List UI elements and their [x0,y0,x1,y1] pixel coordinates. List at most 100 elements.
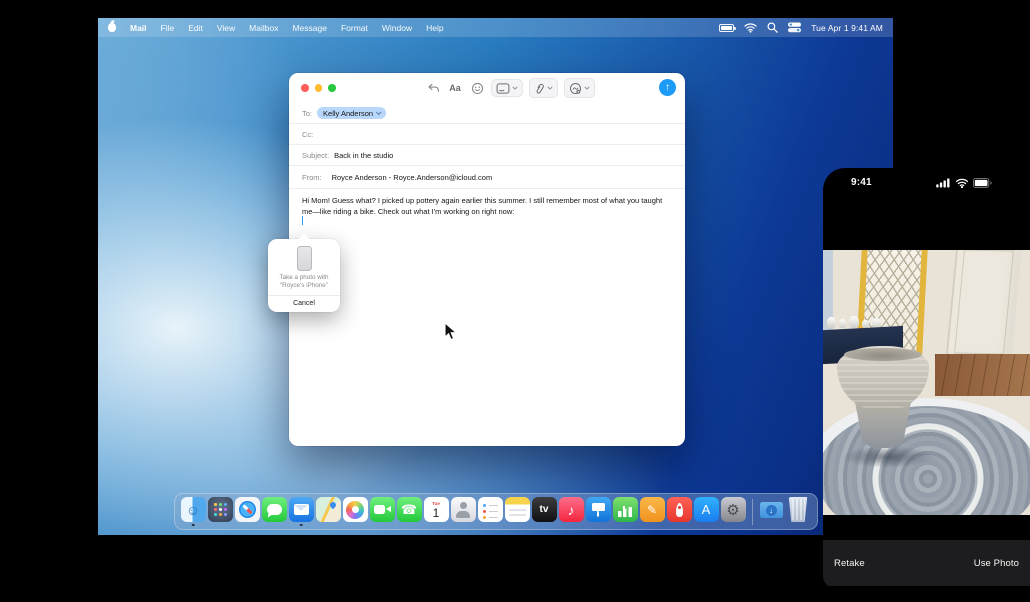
camera-action-bar: Retake Use Photo [823,540,1030,586]
cancel-button[interactable]: Cancel [268,296,340,312]
captured-photo-pottery [823,250,1030,515]
to-field[interactable]: To: Kelly Anderson [289,103,685,124]
phone-app-icon: ☎ [397,497,422,522]
notes-app-icon [505,497,530,522]
from-label: From: [302,173,322,182]
dock-icon-finder[interactable]: ☺ [181,497,206,526]
window-title-bar[interactable]: Aa [289,73,685,103]
dock-icon-rocket[interactable] [667,497,692,526]
subject-field[interactable]: Subject: Back in the studio [289,145,685,166]
launchpad-app-icon [208,497,233,522]
contacts-app-icon [451,497,476,522]
close-button[interactable] [301,84,309,92]
dock-icon-settings[interactable]: ⚙ [721,497,746,526]
dock-icon-mail[interactable] [289,497,314,526]
music-glyph: ♪ [568,502,575,518]
undo-button[interactable] [425,80,441,96]
apple-menu-icon[interactable] [108,23,116,32]
emoji-button[interactable] [469,80,485,96]
menu-item-message[interactable]: Message [292,23,327,33]
dock-icon-phone[interactable]: ☎ [397,497,422,526]
subject-value: Back in the studio [334,151,393,160]
control-center-icon[interactable] [788,22,801,33]
screenshot-stage: Mail File Edit View Mailbox Message Format Win… [0,0,1030,602]
facetime-app-icon [370,497,395,522]
settings-glyph: ⚙ [726,501,739,519]
menu-item-mailbox[interactable]: Mailbox [249,23,278,33]
menu-bar: Mail File Edit View Mailbox Message Format Win… [98,18,893,37]
menu-app-name[interactable]: Mail [130,23,147,33]
dock-icon-maps[interactable] [316,497,341,526]
smiley-icon [471,82,484,95]
dock-icon-music[interactable]: ♪ [559,497,584,526]
running-indicator-dot [300,524,303,527]
menu-item-file[interactable]: File [161,23,175,33]
photo-wood-floor [935,354,1030,396]
dock-icon-keynote[interactable] [586,497,611,526]
text-insertion-caret [302,216,304,225]
dock-icon-facetime[interactable] [370,497,395,526]
dock-icon-safari[interactable] [235,497,260,526]
maps-app-icon [316,497,341,522]
send-button[interactable]: ↑ [659,79,676,96]
menu-item-edit[interactable]: Edit [188,23,203,33]
battery-icon[interactable] [719,24,734,32]
message-body[interactable]: Hi Mom! Guess what? I picked up pottery … [289,189,685,217]
dock-icon-pages[interactable]: ✎ [640,497,665,526]
photo-pot-shadow [841,446,935,468]
menu-item-format[interactable]: Format [341,23,368,33]
attach-button[interactable] [529,78,558,98]
dock-icon-downloads[interactable] [759,497,784,526]
dock-icon-contacts[interactable] [451,497,476,526]
menu-item-window[interactable]: Window [382,23,412,33]
dock-icon-launchpad[interactable] [208,497,233,526]
take-photo-popover: Take a photo with “Royce’s iPhone” Cance… [268,239,340,312]
trash-app-icon [788,497,809,522]
from-field[interactable]: From: Royce Anderson - Royce.Anderson@ic… [289,166,685,189]
phone-glyph: ☎ [401,502,417,518]
insert-from-iphone-button[interactable] [564,78,595,98]
menu-item-help[interactable]: Help [426,23,443,33]
iphone-screen: 9:41 [823,168,1030,588]
from-value: Royce Anderson - Royce.Anderson@icloud.c… [332,173,493,182]
dock-icon-messages[interactable] [262,497,287,526]
format-button[interactable]: Aa [447,80,463,96]
dock-icon-trash[interactable] [786,497,811,526]
menu-item-view[interactable]: View [217,23,235,33]
use-photo-button[interactable]: Use Photo [974,558,1019,569]
pages-app-icon: ✎ [640,497,665,522]
up-arrow-icon: ↑ [665,83,670,93]
photo-letterbox [823,515,1030,540]
dock-icon-photos[interactable] [343,497,368,526]
format-label: Aa [449,83,461,93]
dock-icon-appstore[interactable]: A [694,497,719,526]
mail-app-icon [289,497,314,522]
pages-glyph: ✎ [647,503,657,517]
photos-app-icon [343,497,368,522]
recipient-name: Kelly Anderson [323,109,373,118]
chevron-down-icon [547,86,553,90]
downloads-app-icon [759,497,784,522]
music-app-icon: ♪ [559,497,584,522]
wifi-icon [955,178,969,188]
dock-icon-reminders[interactable] [478,497,503,526]
photo-browser-button[interactable] [491,79,523,97]
dock-icon-numbers[interactable] [613,497,638,526]
minimize-button[interactable] [315,84,323,92]
dock-icon-tv[interactable]: tv [532,497,557,526]
search-icon[interactable] [767,22,778,33]
dock-icon-notes[interactable] [505,497,530,526]
zoom-button[interactable] [328,84,336,92]
finder-app-icon: ☺ [181,497,206,522]
photo-door [946,250,1023,359]
wifi-icon[interactable] [744,22,757,33]
dock-icon-calendar[interactable]: Tue1 [424,497,449,526]
safari-app-icon [235,497,260,522]
retake-button[interactable]: Retake [834,558,865,569]
mail-compose-window: Aa [289,73,685,446]
paperclip-icon [534,82,545,95]
cellular-bars-icon [936,178,951,188]
menu-bar-clock[interactable]: Tue Apr 1 9:41 AM [811,23,883,33]
cc-field[interactable]: Cc: [289,124,685,145]
recipient-token[interactable]: Kelly Anderson [317,107,386,119]
